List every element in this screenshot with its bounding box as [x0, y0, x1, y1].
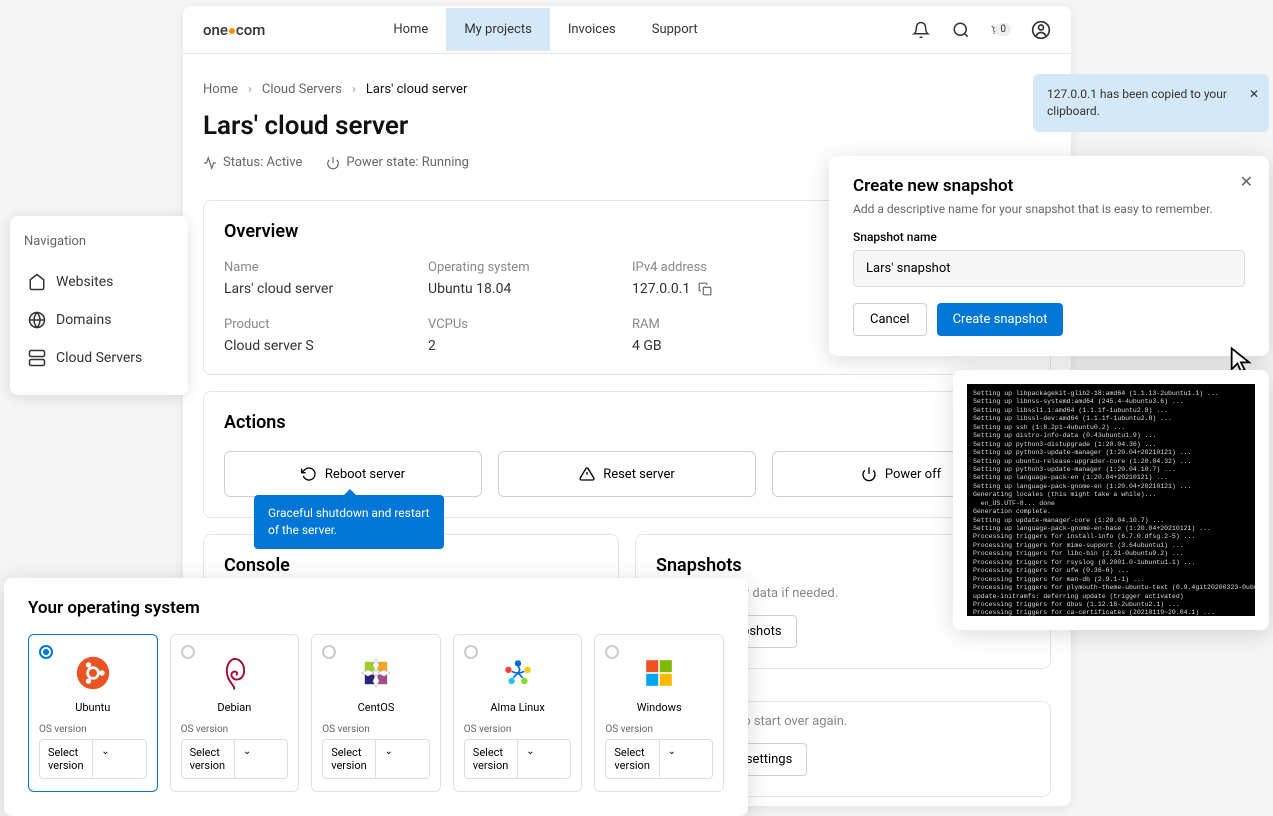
terminal-window: Setting up libpackagekit-glib2-18:amd64 … — [953, 370, 1269, 630]
snapshot-name-label: Snapshot name — [853, 230, 1245, 244]
power-icon — [861, 466, 877, 482]
reboot-tooltip: Graceful shutdown and restart of the ser… — [254, 495, 444, 549]
chevron-right-icon: › — [248, 82, 252, 97]
chevron-down-icon: ⌄ — [92, 740, 145, 778]
os-name: Debian — [181, 701, 289, 714]
chevron-down-icon: ⌄ — [659, 740, 712, 778]
os-option-ubuntu[interactable]: Ubuntu OS version Select version⌄ — [28, 634, 158, 792]
os-name: CentOS — [322, 701, 430, 714]
debian-icon — [181, 653, 289, 693]
radio-icon — [464, 645, 478, 659]
status-active: Status: Active — [203, 155, 302, 170]
os-option-centos[interactable]: CentOS OS version Select version⌄ — [311, 634, 441, 792]
server-icon — [28, 349, 46, 367]
value-ram: 4 GB — [632, 338, 826, 354]
sidebar-item-domains[interactable]: Domains — [24, 301, 174, 339]
copy-icon[interactable] — [698, 282, 712, 296]
value-os: Ubuntu 18.04 — [428, 281, 622, 297]
create-snapshot-modal: ✕ Create new snapshot Add a descriptive … — [829, 156, 1269, 356]
sidebar-item-websites[interactable]: Websites — [24, 263, 174, 301]
breadcrumb-cloud-servers[interactable]: Cloud Servers — [262, 82, 342, 97]
sidebar-item-cloud-servers[interactable]: Cloud Servers — [24, 339, 174, 377]
label-name: Name — [224, 260, 418, 275]
terminal-output[interactable]: Setting up libpackagekit-glib2-18:amd64 … — [967, 384, 1255, 616]
cart-count: 0 — [995, 23, 1011, 36]
os-name: Alma Linux — [464, 701, 572, 714]
breadcrumb-current: Lars' cloud server — [366, 82, 467, 97]
activity-icon — [203, 156, 217, 170]
chevron-down-icon: ⌄ — [517, 740, 570, 778]
value-name: Lars' cloud server — [224, 281, 418, 297]
home-icon — [28, 273, 46, 291]
notifications-icon[interactable] — [911, 20, 931, 40]
chevron-down-icon: ⌄ — [375, 740, 428, 778]
alma-linux-icon — [464, 653, 572, 693]
rotate-icon — [301, 466, 317, 482]
os-version-label: OS version — [605, 724, 713, 735]
os-version-label: OS version — [322, 724, 430, 735]
power-state: Power state: Running — [326, 155, 469, 170]
label-ram: RAM — [632, 317, 826, 332]
os-option-alma-linux[interactable]: Alma Linux OS version Select version⌄ — [453, 634, 583, 792]
os-option-debian[interactable]: Debian OS version Select version⌄ — [170, 634, 300, 792]
console-title: Console — [224, 555, 598, 576]
breadcrumb: Home › Cloud Servers › Lars' cloud serve… — [203, 82, 1051, 97]
breadcrumb-home[interactable]: Home — [203, 82, 238, 97]
alert-triangle-icon — [579, 466, 595, 482]
os-name: Windows — [605, 701, 713, 714]
main-nav: Home My projects Invoices Support — [375, 8, 715, 51]
sidebar-title: Navigation — [24, 234, 174, 249]
os-selector-title: Your operating system — [28, 598, 724, 618]
power-icon — [326, 156, 340, 170]
create-snapshot-button[interactable]: Create snapshot — [937, 303, 1064, 336]
account-icon[interactable] — [1031, 20, 1051, 40]
label-ip: IPv4 address — [632, 260, 826, 275]
os-selector-card: Your operating system Ubuntu OS version … — [4, 578, 748, 816]
os-version-label: OS version — [39, 724, 147, 735]
radio-icon — [39, 645, 53, 659]
chevron-right-icon: › — [352, 82, 356, 97]
os-version-select[interactable]: Select version⌄ — [39, 739, 147, 779]
actions-title: Actions — [224, 412, 1030, 433]
search-icon[interactable] — [951, 20, 971, 40]
nav-my-projects[interactable]: My projects — [446, 8, 550, 51]
cancel-button[interactable]: Cancel — [853, 303, 927, 336]
label-product: Product — [224, 317, 418, 332]
page-title: Lars' cloud server — [203, 111, 1051, 141]
label-os: Operating system — [428, 260, 622, 275]
actions-card: Actions Reboot server Reset server Power… — [203, 391, 1051, 518]
os-option-windows[interactable]: Windows OS version Select version⌄ — [594, 634, 724, 792]
os-version-select[interactable]: Select version⌄ — [464, 739, 572, 779]
chevron-down-icon: ⌄ — [234, 740, 287, 778]
windows-icon — [605, 653, 713, 693]
reset-button[interactable]: Reset server — [498, 451, 756, 497]
nav-invoices[interactable]: Invoices — [550, 8, 634, 51]
close-icon[interactable]: ✕ — [1240, 172, 1253, 191]
snapshot-name-input[interactable] — [853, 250, 1245, 287]
globe-icon — [28, 311, 46, 329]
os-version-select[interactable]: Select version⌄ — [605, 739, 713, 779]
modal-title: Create new snapshot — [853, 176, 1245, 196]
os-version-select[interactable]: Select version⌄ — [181, 739, 289, 779]
radio-icon — [181, 645, 195, 659]
logo[interactable]: onecom — [203, 21, 265, 39]
clipboard-toast: 127.0.0.1 has been copied to your clipbo… — [1033, 74, 1269, 132]
centos-icon — [322, 653, 430, 693]
cart-icon[interactable]: 0 — [991, 20, 1011, 40]
label-vcpu: VCPUs — [428, 317, 622, 332]
os-version-select[interactable]: Select version⌄ — [322, 739, 430, 779]
nav-support[interactable]: Support — [634, 8, 716, 51]
value-ip: 127.0.0.1 — [632, 281, 826, 297]
topbar: onecom Home My projects Invoices Support… — [183, 6, 1071, 54]
close-icon[interactable]: ✕ — [1249, 86, 1259, 103]
navigation-sidebar: Navigation Websites Domains Cloud Server… — [10, 216, 188, 395]
nav-home[interactable]: Home — [375, 8, 446, 51]
os-name: Ubuntu — [39, 701, 147, 714]
os-version-label: OS version — [181, 724, 289, 735]
ubuntu-icon — [39, 653, 147, 693]
value-vcpu: 2 — [428, 338, 622, 354]
modal-desc: Add a descriptive name for your snapshot… — [853, 202, 1245, 216]
os-version-label: OS version — [464, 724, 572, 735]
value-product: Cloud server S — [224, 338, 418, 354]
